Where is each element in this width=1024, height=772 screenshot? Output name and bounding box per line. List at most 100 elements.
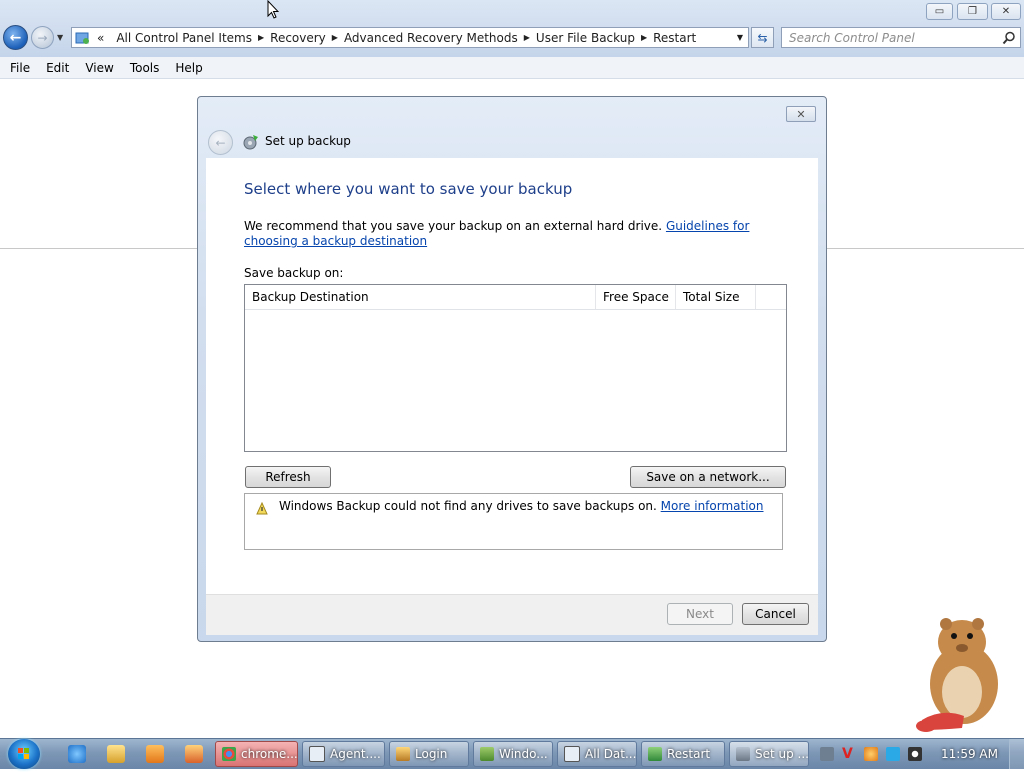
search-icon[interactable] bbox=[1002, 31, 1016, 45]
restore-icon: ❐ bbox=[968, 6, 977, 17]
explorer-titlebar: ▭ ❐ ✕ ← → ▼ « All Control Panel Items ▶ … bbox=[0, 0, 1024, 57]
search-placeholder: Search Control Panel bbox=[789, 30, 915, 45]
info-message: Windows Backup could not find any drives… bbox=[279, 499, 764, 513]
window-icon bbox=[564, 746, 580, 762]
ie-icon[interactable] bbox=[68, 745, 86, 763]
show-desktop-button[interactable] bbox=[1009, 739, 1024, 769]
taskbar-item-agent[interactable]: Agent.... bbox=[302, 741, 385, 767]
warning-icon bbox=[256, 502, 268, 515]
forward-arrow-icon: → bbox=[37, 30, 48, 45]
start-button[interactable] bbox=[8, 739, 40, 769]
content-divider bbox=[0, 248, 198, 249]
info-message-box: Windows Backup could not find any drives… bbox=[244, 493, 783, 550]
forward-button[interactable]: → bbox=[31, 26, 54, 49]
setup-backup-dialog: ✕ ← Set up backup Select where you want … bbox=[197, 96, 827, 642]
back-arrow-icon: ← bbox=[9, 29, 22, 46]
dialog-close-button[interactable]: ✕ bbox=[786, 106, 816, 122]
hamster-mascot-image bbox=[916, 618, 998, 732]
address-dropdown-icon[interactable]: ▼ bbox=[737, 33, 743, 42]
taskbar-item-label: Windo... bbox=[499, 747, 548, 761]
maximize-button[interactable]: ❐ bbox=[957, 3, 988, 20]
page-heading: Select where you want to save your backu… bbox=[244, 180, 573, 198]
system-clock[interactable]: 11:59 AM bbox=[941, 747, 998, 761]
column-free-space[interactable]: Free Space bbox=[596, 285, 676, 309]
recent-pages-dropdown[interactable]: ▼ bbox=[57, 33, 63, 42]
refresh-button[interactable]: Refresh bbox=[245, 466, 331, 488]
menu-bar: File Edit View Tools Help bbox=[0, 57, 1024, 79]
menu-help[interactable]: Help bbox=[169, 61, 208, 75]
info-message-text: Windows Backup could not find any drives… bbox=[279, 499, 657, 513]
save-backup-on-label: Save backup on: bbox=[244, 266, 344, 280]
address-bar[interactable]: « All Control Panel Items ▶ Recovery ▶ A… bbox=[71, 27, 749, 48]
close-icon: ✕ bbox=[1001, 6, 1011, 17]
breadcrumb-restart[interactable]: Restart bbox=[647, 31, 702, 45]
windows-start-icon bbox=[18, 748, 29, 759]
taskbar-item-label: Agent.... bbox=[330, 747, 381, 761]
save-on-network-button[interactable]: Save on a network... bbox=[630, 466, 786, 488]
monitor-tray-icon[interactable] bbox=[886, 747, 900, 761]
dialog-footer: Next Cancel bbox=[206, 594, 818, 635]
recommendation-text: We recommend that you save your backup o… bbox=[244, 219, 794, 249]
breadcrumb-advanced-recovery-methods[interactable]: Advanced Recovery Methods bbox=[338, 31, 524, 45]
menu-edit[interactable]: Edit bbox=[40, 61, 75, 75]
close-window-button[interactable]: ✕ bbox=[991, 3, 1021, 20]
refresh-address-button[interactable]: ⇆ bbox=[751, 27, 774, 48]
dialog-title: Set up backup bbox=[265, 134, 351, 148]
taskbar-item-label: Set up ... bbox=[755, 747, 809, 761]
recommendation-body: We recommend that you save your backup o… bbox=[244, 219, 663, 233]
dialog-content: Select where you want to save your backu… bbox=[206, 158, 818, 634]
chevron-down-icon: ▼ bbox=[57, 33, 64, 42]
menu-view[interactable]: View bbox=[79, 61, 119, 75]
more-information-link[interactable]: More information bbox=[661, 499, 764, 513]
breadcrumb-all-control-panel-items[interactable]: All Control Panel Items bbox=[110, 31, 258, 45]
login-icon bbox=[396, 747, 410, 761]
network-tray-icon[interactable] bbox=[820, 747, 834, 761]
close-icon: ✕ bbox=[796, 107, 806, 121]
minimize-button[interactable]: ▭ bbox=[926, 3, 953, 20]
breadcrumb-user-file-backup[interactable]: User File Backup bbox=[530, 31, 641, 45]
taskbar-item-login[interactable]: Login bbox=[389, 741, 469, 767]
media-player-icon[interactable] bbox=[146, 745, 164, 763]
menu-tools[interactable]: Tools bbox=[124, 61, 166, 75]
search-input[interactable]: Search Control Panel bbox=[781, 27, 1021, 48]
explorer-icon[interactable] bbox=[107, 745, 125, 763]
list-header: Backup Destination Free Space Total Size bbox=[245, 285, 786, 310]
mouse-cursor-icon bbox=[267, 0, 279, 19]
taskbar-item-all-data[interactable]: All Dat... bbox=[557, 741, 637, 767]
backup-icon bbox=[480, 747, 494, 761]
volume-tray-icon[interactable] bbox=[908, 747, 922, 761]
taskbar-item-label: All Dat... bbox=[585, 747, 637, 761]
taskbar-item-label: Login bbox=[415, 747, 448, 761]
next-button[interactable]: Next bbox=[667, 603, 733, 625]
taskbar-item-chrome[interactable]: chrome... bbox=[215, 741, 298, 767]
dialog-back-button[interactable]: ← bbox=[208, 130, 233, 155]
chrome-icon bbox=[222, 747, 236, 761]
window-icon bbox=[309, 746, 325, 762]
column-total-size[interactable]: Total Size bbox=[676, 285, 756, 309]
breadcrumb-recovery[interactable]: Recovery bbox=[264, 31, 332, 45]
backup-icon bbox=[736, 747, 750, 761]
control-panel-icon bbox=[75, 32, 89, 44]
backup-destination-list[interactable]: Backup Destination Free Space Total Size bbox=[244, 284, 787, 452]
backup-icon bbox=[243, 135, 258, 150]
address-overflow[interactable]: « bbox=[91, 31, 110, 45]
taskbar-item-setup-backup[interactable]: Set up ... bbox=[729, 741, 809, 767]
content-divider bbox=[827, 248, 1024, 249]
search-tray-icon[interactable] bbox=[864, 747, 878, 761]
taskbar-item-label: Restart bbox=[667, 747, 711, 761]
cancel-button[interactable]: Cancel bbox=[742, 603, 809, 625]
column-backup-destination[interactable]: Backup Destination bbox=[245, 285, 596, 309]
taskbar-item-label: chrome... bbox=[241, 747, 298, 761]
taskbar-item-restart[interactable]: Restart bbox=[641, 741, 725, 767]
back-button[interactable]: ← bbox=[3, 25, 28, 50]
control-panel-icon bbox=[648, 747, 662, 761]
antivirus-tray-icon[interactable]: V bbox=[842, 747, 856, 761]
menu-file[interactable]: File bbox=[4, 61, 36, 75]
column-filler bbox=[756, 285, 786, 309]
app-launcher-icon[interactable] bbox=[185, 745, 203, 763]
taskbar-item-windows[interactable]: Windo... bbox=[473, 741, 553, 767]
taskbar: chrome... Agent.... Login Windo... All D… bbox=[0, 738, 1024, 769]
refresh-icon: ⇆ bbox=[757, 30, 768, 45]
back-arrow-icon: ← bbox=[215, 135, 226, 150]
minimize-icon: ▭ bbox=[934, 6, 945, 17]
